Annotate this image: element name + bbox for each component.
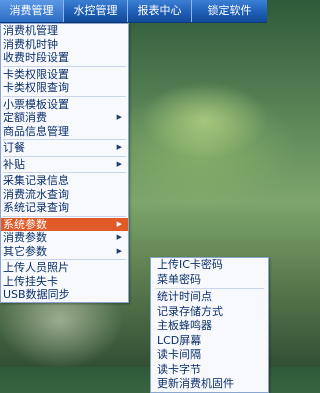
submenu-item-label: 统计时间点	[157, 290, 212, 303]
tab-report-center[interactable]: 报表中心	[128, 0, 192, 22]
submenu-item-read-bytes[interactable]: 读卡字节	[151, 363, 268, 378]
submenu-arrow-icon: ▶	[116, 159, 122, 168]
menu-item-upload-photos[interactable]: 上传人员照片	[1, 261, 128, 275]
menu-item-label: 补贴	[3, 157, 25, 171]
menu-item-label: 小票模板设置	[3, 97, 69, 111]
menu-item-label: 系统记录查询	[3, 201, 69, 214]
submenu-item-record-storage[interactable]: 记录存储方式	[151, 305, 268, 320]
menu-item-fixed-consumption[interactable]: 定额消费 ▶	[1, 111, 128, 125]
submenu-item-label: 更新消费机固件	[157, 377, 234, 390]
submenu-separator	[155, 288, 264, 289]
menu-item-label: 卡类权限设置	[3, 67, 69, 81]
submenu-item-label: 记录存储方式	[157, 304, 223, 318]
menu-item-subsidy[interactable]: 补贴 ▶	[1, 158, 128, 172]
menu-item-device-clock[interactable]: 消费机时钟	[1, 38, 128, 52]
menu-separator	[3, 215, 126, 217]
submenu-arrow-icon: ▶	[116, 233, 122, 241]
menu-separator	[3, 139, 126, 140]
menu-item-upload-lost-cards[interactable]: 上传挂失卡	[1, 275, 128, 289]
menu-item-consumption-flow-query[interactable]: 消费流水查询	[1, 188, 128, 202]
submenu-item-label: 读卡间隔	[157, 348, 201, 361]
menu-item-other-params[interactable]: 其它参数 ▶	[1, 245, 128, 259]
menu-item-label: 消费机时钟	[3, 37, 58, 51]
consumption-dropdown-menu: 消费机管理 消费机时钟 收费时段设置 卡类权限设置 卡类权限查询 小票模板设置 …	[0, 23, 129, 303]
submenu-item-stat-time[interactable]: 统计时间点	[151, 290, 268, 305]
menu-item-label: 上传挂失卡	[3, 274, 58, 288]
menu-item-card-permission-settings[interactable]: 卡类权限设置	[1, 68, 128, 82]
menu-separator	[3, 172, 126, 173]
menu-item-receipt-template[interactable]: 小票模板设置	[1, 98, 128, 112]
tab-consumption-management[interactable]: 消费管理	[0, 0, 64, 22]
menu-item-label: 订餐	[3, 141, 25, 154]
menu-item-usb-sync[interactable]: USB数据同步	[1, 288, 128, 302]
menu-separator	[3, 259, 126, 260]
menu-item-label: 系统参数	[3, 217, 47, 231]
menu-item-label: 消费流水查询	[3, 187, 69, 201]
menu-item-system-record-query[interactable]: 系统记录查询	[1, 201, 128, 215]
menu-item-label: 消费机管理	[3, 24, 58, 37]
menu-item-meal-order[interactable]: 订餐 ▶	[1, 141, 128, 155]
menu-item-label: 上传人员照片	[3, 261, 69, 274]
menu-separator	[3, 95, 126, 97]
tab-water-control[interactable]: 水控管理	[64, 0, 128, 22]
submenu-item-label: LCD屏幕	[157, 333, 202, 347]
menu-separator	[3, 155, 126, 157]
submenu-item-buzzer[interactable]: 主板蜂鸣器	[151, 319, 268, 334]
submenu-arrow-icon: ▶	[116, 246, 122, 255]
submenu-item-label: 上传IC卡密码	[157, 258, 223, 271]
submenu-item-lcd-screen[interactable]: LCD屏幕	[151, 334, 268, 349]
submenu-item-label: 读卡字节	[157, 362, 201, 376]
submenu-arrow-icon: ▶	[116, 113, 122, 121]
submenu-arrow-icon: ▶	[116, 143, 122, 151]
menu-item-consumption-params[interactable]: 消费参数 ▶	[1, 231, 128, 245]
menu-item-collect-records[interactable]: 采集记录信息	[1, 174, 128, 188]
top-menu-bar: 消费管理 水控管理 报表中心 锁定软件	[0, 0, 267, 23]
submenu-item-read-interval[interactable]: 读卡间隔	[151, 348, 268, 363]
menu-item-system-params[interactable]: 系统参数 ▶	[1, 217, 128, 231]
menu-item-label: 商品信息管理	[3, 124, 69, 138]
menu-item-label: 收费时段设置	[3, 51, 69, 64]
menu-item-label: USB数据同步	[3, 288, 70, 301]
menu-separator	[3, 65, 126, 67]
system-params-submenu: 上传IC卡密码 菜单密码 统计时间点 记录存储方式 主板蜂鸣器 LCD屏幕 读卡…	[150, 257, 269, 393]
menu-item-label: 卡类权限查询	[3, 81, 69, 94]
submenu-arrow-icon: ▶	[116, 219, 122, 228]
menu-item-product-info[interactable]: 商品信息管理	[1, 125, 128, 139]
submenu-item-update-firmware[interactable]: 更新消费机固件	[151, 377, 268, 392]
menu-item-card-permission-query[interactable]: 卡类权限查询	[1, 81, 128, 95]
menu-item-label: 采集记录信息	[3, 174, 69, 187]
menu-item-charge-period[interactable]: 收费时段设置	[1, 51, 128, 65]
submenu-item-upload-ic-password[interactable]: 上传IC卡密码	[151, 258, 268, 273]
menu-item-label: 其它参数	[3, 244, 47, 258]
menu-item-device-management[interactable]: 消费机管理	[1, 24, 128, 38]
menu-item-label: 定额消费	[3, 111, 47, 124]
tab-lock-software[interactable]: 锁定软件	[192, 0, 267, 22]
submenu-item-menu-password[interactable]: 菜单密码	[151, 273, 268, 288]
submenu-item-label: 主板蜂鸣器	[157, 319, 212, 332]
submenu-item-label: 菜单密码	[157, 272, 201, 286]
menu-item-label: 消费参数	[3, 231, 47, 244]
